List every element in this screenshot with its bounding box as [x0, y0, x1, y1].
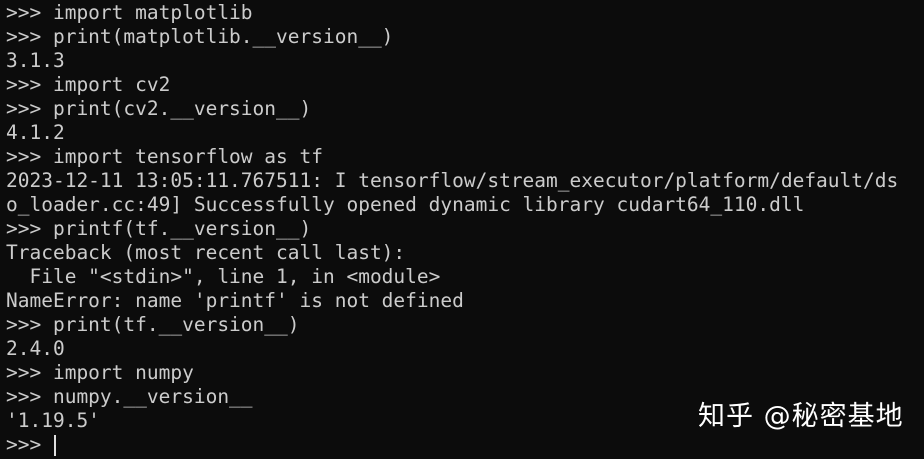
- terminal-line: 2.4.0: [6, 337, 65, 360]
- terminal-window[interactable]: >>> import matplotlib >>> print(matplotl…: [0, 0, 924, 459]
- prompt-text: >>>: [6, 433, 53, 456]
- terminal-line: >>> import matplotlib: [6, 1, 253, 24]
- terminal-line: >>> import tensorflow as tf: [6, 145, 323, 168]
- terminal-line: o_loader.cc:49] Successfully opened dyna…: [6, 193, 805, 216]
- terminal-line: NameError: name 'printf' is not defined: [6, 289, 464, 312]
- terminal-line: >>> import numpy: [6, 361, 194, 384]
- terminal-line: 2023-12-11 13:05:11.767511: I tensorflow…: [6, 169, 899, 192]
- current-prompt-line[interactable]: >>>: [6, 433, 924, 457]
- terminal-line: >>> print(matplotlib.__version__): [6, 25, 394, 48]
- terminal-line: File "<stdin>", line 1, in <module>: [6, 265, 441, 288]
- terminal-line: >>> print(tf.__version__): [6, 313, 300, 336]
- zhihu-watermark: 知乎 @秘密基地: [698, 401, 904, 432]
- terminal-line: 4.1.2: [6, 121, 65, 144]
- terminal-line: Traceback (most recent call last):: [6, 241, 406, 264]
- terminal-line: 3.1.3: [6, 49, 65, 72]
- terminal-line: >>> import cv2: [6, 73, 171, 96]
- text-cursor: [53, 434, 56, 456]
- terminal-line: >>> printf(tf.__version__): [6, 217, 312, 240]
- terminal-line: >>> print(cv2.__version__): [6, 97, 312, 120]
